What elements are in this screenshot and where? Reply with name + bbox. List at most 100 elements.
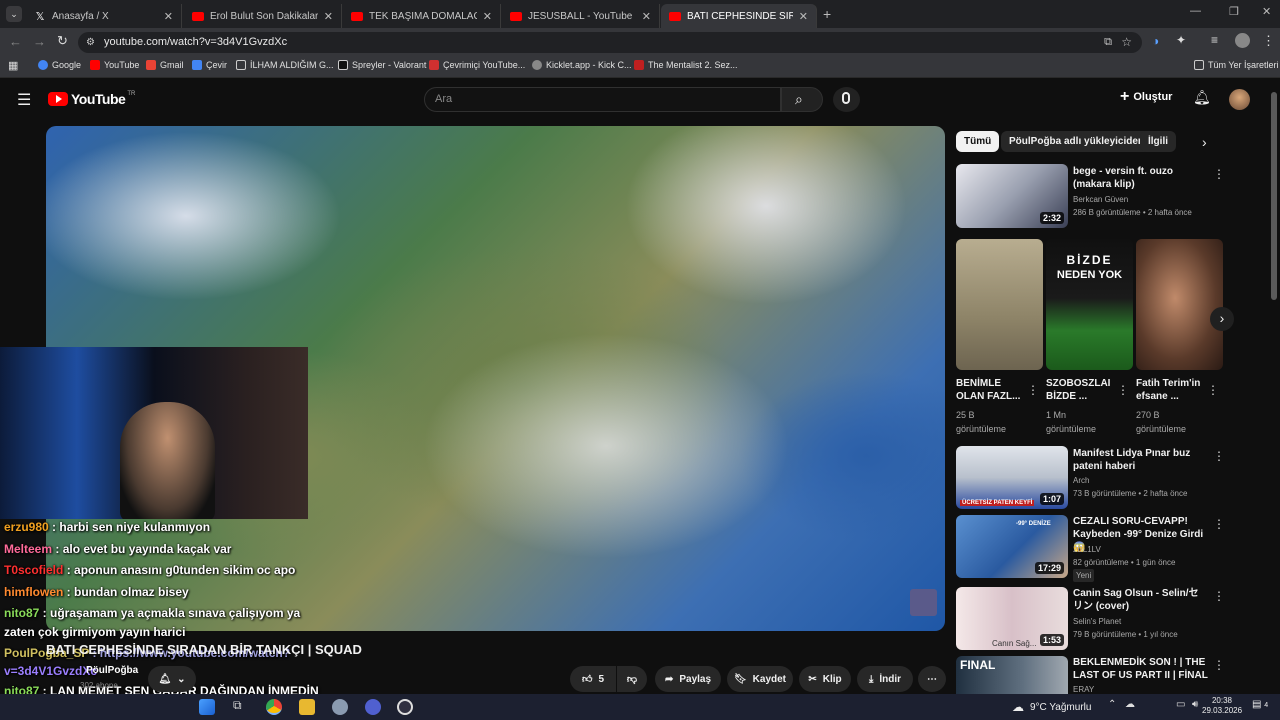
tab-search-button[interactable]: ⌄ [6, 6, 22, 22]
tab-bati-cephesinde[interactable]: BATI CEPHESİNDE SIRADAN BİR ✕ [661, 4, 817, 28]
search-button[interactable]: ⌕ [781, 87, 823, 112]
chrome-icon[interactable] [266, 699, 282, 715]
notifications-bell-icon[interactable]: 🔔︎ [1193, 89, 1211, 106]
url-input[interactable]: ⚙ youtube.com/watch?v=3d4V1GvzdXc ⧉ ☆ [78, 32, 1142, 53]
video-title-link[interactable]: bege - versin ft. ouzo (makara klip) [1073, 165, 1208, 191]
profile-icon[interactable] [1235, 33, 1250, 48]
obs-icon[interactable] [397, 699, 413, 715]
video-title-link[interactable]: BEKLENMEDİK SON ! | THE LAST OF US PART … [1073, 656, 1208, 682]
tray-chevron-icon[interactable]: ⌃ [1108, 699, 1116, 710]
all-bookmarks[interactable]: Tüm Yer İşaretleri [1194, 60, 1279, 70]
channel-watermark[interactable] [910, 589, 937, 616]
more-options-icon[interactable]: ⋮ [1027, 383, 1039, 397]
tab-tek-basima[interactable]: TEK BAŞIMA DOMALACAM DEDİ ✕ [343, 4, 501, 28]
hamburger-menu-icon[interactable]: ☰ [17, 90, 31, 110]
more-options-icon[interactable]: ⋮ [1213, 167, 1225, 181]
bookmark-gmail[interactable]: Gmail [146, 60, 184, 70]
close-icon[interactable]: ✕ [164, 10, 173, 23]
extension-icon[interactable]: ◑ [1152, 34, 1159, 48]
channel-name[interactable]: PöulPoğba [86, 665, 138, 676]
close-icon[interactable]: ✕ [799, 10, 808, 23]
short-title[interactable]: SZOBOSZLAI BİZDE ... [1046, 377, 1118, 403]
youtube-logo[interactable]: YouTube TR [48, 91, 135, 107]
app-icon[interactable] [332, 699, 348, 715]
more-options-icon[interactable]: ⋮ [1213, 589, 1225, 603]
channel-name[interactable]: 2BL1LV [1073, 543, 1101, 556]
app-icon[interactable] [365, 699, 381, 715]
close-icon[interactable]: ✕ [642, 10, 651, 23]
task-view-icon[interactable]: ⧉ [233, 698, 242, 713]
short-title[interactable]: Fatih Terim'in efsane ... [1136, 377, 1208, 403]
more-options-icon[interactable]: ⋮ [1213, 517, 1225, 531]
bookmark-cevrimici-youtube[interactable]: Çevrimiçi YouTube... [429, 60, 525, 70]
weather-widget[interactable]: ☁ 9°C Yağmurlu [1012, 700, 1091, 714]
extensions-puzzle-icon[interactable]: ✦ [1176, 33, 1186, 47]
channel-name[interactable]: Berkcan Güven [1073, 193, 1128, 206]
more-options-icon[interactable]: ⋮ [1117, 383, 1129, 397]
create-button[interactable]: + Oluştur [1120, 89, 1172, 105]
chip-uploader[interactable]: PöulPoğba adlı yükleyiciden [1001, 131, 1153, 152]
back-icon[interactable]: ← [9, 34, 22, 49]
like-button[interactable]: 👍︎ 5 [570, 666, 616, 692]
bookmark-kicklet[interactable]: Kicklet.app - Kick C... [532, 60, 632, 70]
bookmark-google[interactable]: Google [38, 60, 81, 70]
chevron-right-icon[interactable]: › [1202, 134, 1207, 150]
page-scrollbar[interactable] [1271, 92, 1277, 300]
clip-button[interactable]: ✂ Klip [799, 666, 851, 692]
short-thumbnail[interactable]: BİZDE NEDEN YOK [1046, 239, 1133, 370]
tray-app-icon[interactable]: ☁ [1125, 699, 1135, 710]
video-thumbnail[interactable]: ÜCRETSİZ PATEN KEYFİ 1:07 [956, 446, 1068, 509]
video-thumbnail[interactable]: FINAL [956, 656, 1068, 694]
channel-name[interactable]: Arch [1073, 474, 1089, 487]
notification-center-button[interactable]: ▤ 4 [1252, 699, 1268, 710]
avatar[interactable] [1229, 89, 1250, 110]
apps-grid-icon[interactable]: ▦ [8, 59, 18, 72]
reload-icon[interactable]: ↻ [57, 33, 68, 49]
file-explorer-icon[interactable] [299, 699, 315, 715]
restore-button[interactable]: ❐ [1229, 5, 1239, 18]
media-control-icon[interactable]: ≡ [1211, 33, 1218, 47]
network-icon[interactable]: ▭ [1176, 699, 1185, 710]
tab-jesusball[interactable]: JESUSBALL - YouTube ✕ [502, 4, 660, 28]
minimize-button[interactable]: — [1190, 5, 1201, 17]
share-button[interactable]: ➦ Paylaş [655, 666, 721, 692]
forward-icon[interactable]: → [33, 34, 46, 49]
tab-x[interactable]: 𝕏 Anasayfa / X ✕ [26, 4, 182, 28]
bookmark-mentalist[interactable]: The Mentalist 2. Sez... [634, 60, 738, 70]
window-close-button[interactable]: ✕ [1262, 5, 1271, 18]
close-icon[interactable]: ✕ [483, 10, 492, 23]
video-thumbnail[interactable]: Canın Sağ... 1:53 [956, 587, 1068, 650]
more-options-icon[interactable]: ⋮ [1213, 449, 1225, 463]
chip-all[interactable]: Tümü [956, 131, 1000, 152]
video-title-link[interactable]: Manifest Lidya Pınar buz pateni haberi [1073, 447, 1208, 473]
subscribe-bell-button[interactable]: 🔔︎ ⌄ [148, 666, 196, 692]
voice-search-button[interactable] [833, 87, 860, 112]
more-options-icon[interactable]: ⋮ [1207, 383, 1219, 397]
bookmark-spreyler[interactable]: Spreyler - Valorant [338, 60, 426, 70]
menu-kebab-icon[interactable]: ⋮ [1262, 33, 1275, 49]
more-options-icon[interactable]: ⋮ [1213, 658, 1225, 672]
more-actions-button[interactable]: ⋯ [918, 666, 946, 692]
video-thumbnail[interactable]: -99° DENİZE 17:29 [956, 515, 1068, 578]
short-thumbnail[interactable] [956, 239, 1043, 370]
save-button[interactable]: 🔖︎ Kaydet [727, 666, 793, 692]
download-button[interactable]: ⤓ İndir [857, 666, 913, 692]
video-thumbnail[interactable]: 2:32 [956, 164, 1068, 228]
site-info-icon[interactable]: ⚙ [86, 32, 95, 53]
dislike-button[interactable]: 👎︎ [617, 666, 647, 692]
install-app-icon[interactable]: ⧉ [1104, 32, 1112, 53]
volume-icon[interactable]: 🔊︎ [1192, 699, 1198, 710]
close-icon[interactable]: ✕ [324, 10, 333, 23]
clock[interactable]: 20:38 29.03.2026 [1202, 696, 1242, 716]
bookmark-star-icon[interactable]: ☆ [1121, 32, 1132, 53]
chip-related[interactable]: İlgili [1140, 131, 1176, 152]
tab-erol-bulut[interactable]: Erol Bulut Son Dakikalarda Adeta ✕ [184, 4, 342, 28]
video-title-link[interactable]: Canin Sag Olsun - Selin/セリン (cover) [1073, 587, 1208, 613]
short-thumbnail[interactable] [1136, 239, 1223, 370]
search-input[interactable]: Ara [424, 87, 781, 112]
shorts-next-button[interactable]: › [1210, 307, 1234, 331]
bookmark-youtube[interactable]: YouTube [90, 60, 139, 70]
channel-name[interactable]: Selin's Planet [1073, 615, 1121, 628]
bookmark-cevir[interactable]: Çevir [192, 60, 227, 70]
new-tab-button[interactable]: + [823, 6, 831, 22]
